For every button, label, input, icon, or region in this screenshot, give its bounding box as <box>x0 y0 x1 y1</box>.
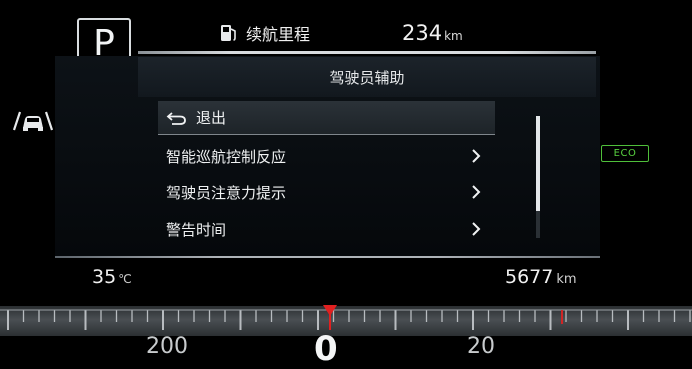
odometer: 5677 km <box>505 266 577 288</box>
menu-item-label: 智能巡航控制反应 <box>166 147 287 166</box>
gauge-label-center: 0 <box>314 329 338 369</box>
range-value: 234 <box>402 21 443 45</box>
back-arrow-icon <box>166 111 186 125</box>
menu-item-exit[interactable]: 退出 <box>158 101 495 135</box>
menu-item-warning-time[interactable]: 警告时间 <box>158 212 495 246</box>
lane-assist-car-icon <box>12 111 54 131</box>
chevron-right-icon <box>472 149 481 163</box>
menu-item-cruise-control-response[interactable]: 智能巡航控制反应 <box>158 139 495 173</box>
menu-item-label: 警告时间 <box>166 220 227 239</box>
bottom-divider <box>55 256 600 258</box>
range-display: 续航里程 <box>220 18 310 48</box>
panel-title: 驾驶员辅助 <box>138 57 596 97</box>
fuel-pump-icon <box>221 25 236 41</box>
chevron-right-icon <box>472 185 481 199</box>
menu-item-label: 驾驶员注意力提示 <box>166 183 287 202</box>
temperature-unit: ℃ <box>118 272 132 286</box>
panel-title-text: 驾驶员辅助 <box>329 68 405 87</box>
range-unit: km <box>444 29 463 43</box>
temperature-value: 35 <box>92 266 117 288</box>
range-label: 续航里程 <box>246 25 311 44</box>
eco-mode-badge: ECO <box>601 145 649 162</box>
gauge-label-right: 20 <box>467 334 495 359</box>
odometer-unit: km <box>556 272 577 287</box>
odometer-value: 5677 <box>505 266 554 288</box>
gauge-label-left: 200 <box>146 334 188 359</box>
scrollbar-thumb[interactable] <box>536 116 540 211</box>
menu-item-label: 退出 <box>196 109 227 127</box>
speed-gauge-scale <box>0 305 692 330</box>
eco-text: ECO <box>613 148 637 159</box>
outside-temperature: 35 ℃ <box>92 266 132 288</box>
range-value-group: 234 km <box>402 18 463 48</box>
menu-item-driver-attention-alert[interactable]: 驾驶员注意力提示 <box>158 175 495 209</box>
top-divider <box>138 51 596 54</box>
chevron-right-icon <box>472 222 481 236</box>
